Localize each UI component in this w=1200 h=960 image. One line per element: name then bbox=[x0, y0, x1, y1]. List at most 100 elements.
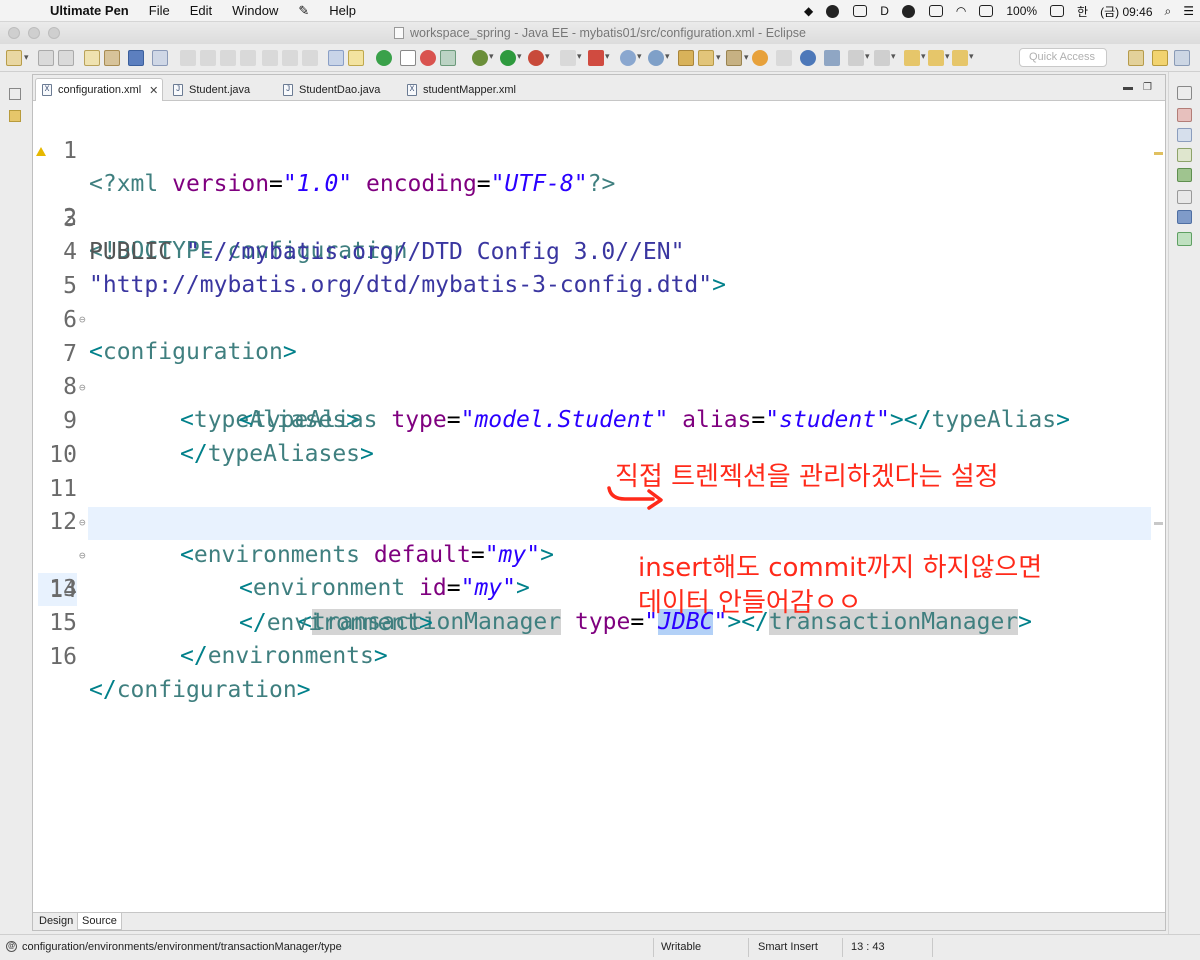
annotation-commit-line2: 데이터 안들어감ㅇㅇ bbox=[638, 588, 862, 618]
run-icon[interactable] bbox=[500, 50, 522, 66]
servers-icon[interactable] bbox=[1177, 190, 1192, 204]
save-all-icon[interactable] bbox=[58, 50, 74, 66]
wifi-icon[interactable]: ◠ bbox=[956, 4, 966, 18]
toggle-mark-icon[interactable] bbox=[328, 50, 344, 66]
browser-icon[interactable] bbox=[420, 50, 436, 66]
app-menu[interactable]: Ultimate Pen bbox=[44, 3, 139, 18]
zoom-window-button[interactable] bbox=[48, 27, 60, 39]
command-icon[interactable] bbox=[853, 5, 868, 17]
new-icon[interactable] bbox=[6, 50, 29, 66]
code-line: 6 bbox=[33, 271, 1165, 333]
overview-current-marker[interactable] bbox=[1154, 522, 1163, 525]
properties-icon[interactable] bbox=[1177, 168, 1192, 182]
next-annotation-icon[interactable] bbox=[848, 50, 870, 66]
status-divider bbox=[748, 938, 749, 957]
status-divider bbox=[653, 938, 654, 957]
code-line: 2 <!DOCTYPE configuration bbox=[33, 136, 1165, 264]
console-view-icon[interactable] bbox=[1177, 210, 1192, 224]
status-path: configuration/environments/environment/t… bbox=[22, 941, 342, 953]
source-code[interactable]: 1 <?xml version="1.0" encoding="UTF-8"?>… bbox=[33, 102, 1165, 914]
show-whitespace-icon[interactable] bbox=[348, 50, 364, 66]
java-ee-perspective-icon[interactable] bbox=[1152, 50, 1168, 66]
restore-view-icon[interactable] bbox=[9, 88, 21, 100]
code-line: 8 <typeAlias type="model.Student" alias=… bbox=[33, 338, 1165, 433]
new-class-icon[interactable] bbox=[648, 50, 670, 66]
menu-edit[interactable]: Edit bbox=[180, 3, 222, 18]
new-package-icon[interactable] bbox=[620, 50, 642, 66]
xml-tool-icon[interactable] bbox=[440, 50, 456, 66]
data-source-icon[interactable] bbox=[1177, 232, 1192, 246]
edit-icon[interactable] bbox=[726, 50, 749, 66]
editor-tab-bar: X configuration.xml ✕ J Student.java J S… bbox=[33, 75, 1165, 101]
warning-icon[interactable] bbox=[36, 147, 46, 156]
selection-path-icon: @ bbox=[6, 941, 17, 952]
debug-icon[interactable] bbox=[472, 50, 494, 66]
tab-studentdao-java[interactable]: J StudentDao.java bbox=[277, 78, 397, 101]
window-controls bbox=[8, 27, 60, 39]
git-perspective-icon[interactable] bbox=[1174, 50, 1190, 66]
right-trim-bar bbox=[1168, 72, 1200, 934]
open-perspective-icon[interactable] bbox=[1128, 50, 1144, 66]
clock[interactable]: (금) 09:46 bbox=[1100, 3, 1152, 20]
back-icon[interactable] bbox=[928, 50, 950, 66]
current-line-highlight bbox=[88, 507, 1151, 540]
new-server-icon[interactable] bbox=[588, 50, 610, 66]
globe-icon[interactable] bbox=[800, 50, 816, 66]
line-number: 16 bbox=[49, 644, 77, 670]
open-folder-icon[interactable] bbox=[678, 50, 694, 66]
save-icon[interactable] bbox=[38, 50, 54, 66]
markers-icon[interactable] bbox=[1177, 148, 1192, 162]
d-app-icon[interactable]: D bbox=[880, 4, 889, 18]
search-icon[interactable] bbox=[752, 50, 768, 66]
server-start-icon[interactable] bbox=[376, 50, 392, 66]
tab-configuration-xml[interactable]: X configuration.xml ✕ bbox=[35, 78, 163, 101]
quick-access-input[interactable]: Quick Access bbox=[1019, 48, 1107, 67]
tab-source[interactable]: Source bbox=[77, 913, 122, 930]
status-insert-mode[interactable]: Smart Insert bbox=[758, 941, 818, 953]
dropbox-icon[interactable]: ◆ bbox=[804, 4, 813, 18]
forward-icon[interactable] bbox=[952, 50, 974, 66]
coverage-icon bbox=[560, 50, 582, 66]
tab-student-java[interactable]: J Student.java bbox=[167, 78, 273, 101]
chat-icon[interactable] bbox=[826, 4, 840, 18]
tab-studentmapper-xml[interactable]: X studentMapper.xml bbox=[401, 78, 541, 101]
outline-icon[interactable] bbox=[1177, 128, 1192, 142]
close-window-button[interactable] bbox=[8, 27, 20, 39]
maximize-editor-icon[interactable]: ❐ bbox=[1143, 82, 1152, 93]
airplay-icon[interactable] bbox=[979, 5, 994, 17]
notification-center-icon[interactable]: ☰ bbox=[1183, 4, 1194, 18]
line-text: </configuration> bbox=[89, 677, 311, 703]
cloud-icon[interactable] bbox=[901, 4, 915, 18]
minimize-editor-icon[interactable]: ▬ bbox=[1123, 82, 1133, 93]
menu-file[interactable]: File bbox=[139, 3, 180, 18]
editor-area: X configuration.xml ✕ J Student.java J S… bbox=[32, 74, 1166, 931]
pin-editor-icon[interactable] bbox=[824, 50, 840, 66]
input-source-icon[interactable]: 한 bbox=[1077, 3, 1088, 20]
menu-help[interactable]: Help bbox=[319, 3, 366, 18]
battery-icon[interactable] bbox=[1050, 5, 1065, 17]
script-menu-icon[interactable]: ✎ bbox=[288, 3, 319, 19]
open-type-icon[interactable] bbox=[84, 50, 100, 66]
task-list-icon[interactable] bbox=[1177, 108, 1192, 122]
open-task-icon[interactable] bbox=[104, 50, 120, 66]
step-return-icon bbox=[302, 50, 318, 66]
menu-window[interactable]: Window bbox=[222, 3, 288, 18]
last-edit-location-icon[interactable] bbox=[904, 50, 926, 66]
tab-design[interactable]: Design bbox=[35, 913, 77, 930]
project-explorer-icon[interactable] bbox=[9, 110, 21, 122]
code-line: 10 bbox=[33, 406, 1165, 468]
spotlight-icon[interactable]: ⌕ bbox=[1165, 4, 1172, 19]
overview-warning-marker[interactable] bbox=[1154, 152, 1163, 155]
window-icon[interactable] bbox=[928, 5, 943, 17]
menubar-status-area: ◆ D ◠ 100% 한 (금) 09:46 ⌕ ☰ bbox=[798, 0, 1200, 22]
minimize-window-button[interactable] bbox=[28, 27, 40, 39]
restore-view-icon[interactable] bbox=[1177, 86, 1192, 100]
run-external-tools-icon[interactable] bbox=[528, 50, 550, 66]
block-select-icon[interactable] bbox=[400, 50, 416, 66]
close-tab-icon[interactable]: ✕ bbox=[149, 84, 158, 97]
tab-label: configuration.xml bbox=[58, 84, 142, 96]
open-resource-icon[interactable] bbox=[698, 50, 721, 66]
skip-breakpoints-icon[interactable] bbox=[152, 50, 168, 66]
previous-annotation-icon[interactable] bbox=[874, 50, 896, 66]
console-icon[interactable] bbox=[128, 50, 144, 66]
